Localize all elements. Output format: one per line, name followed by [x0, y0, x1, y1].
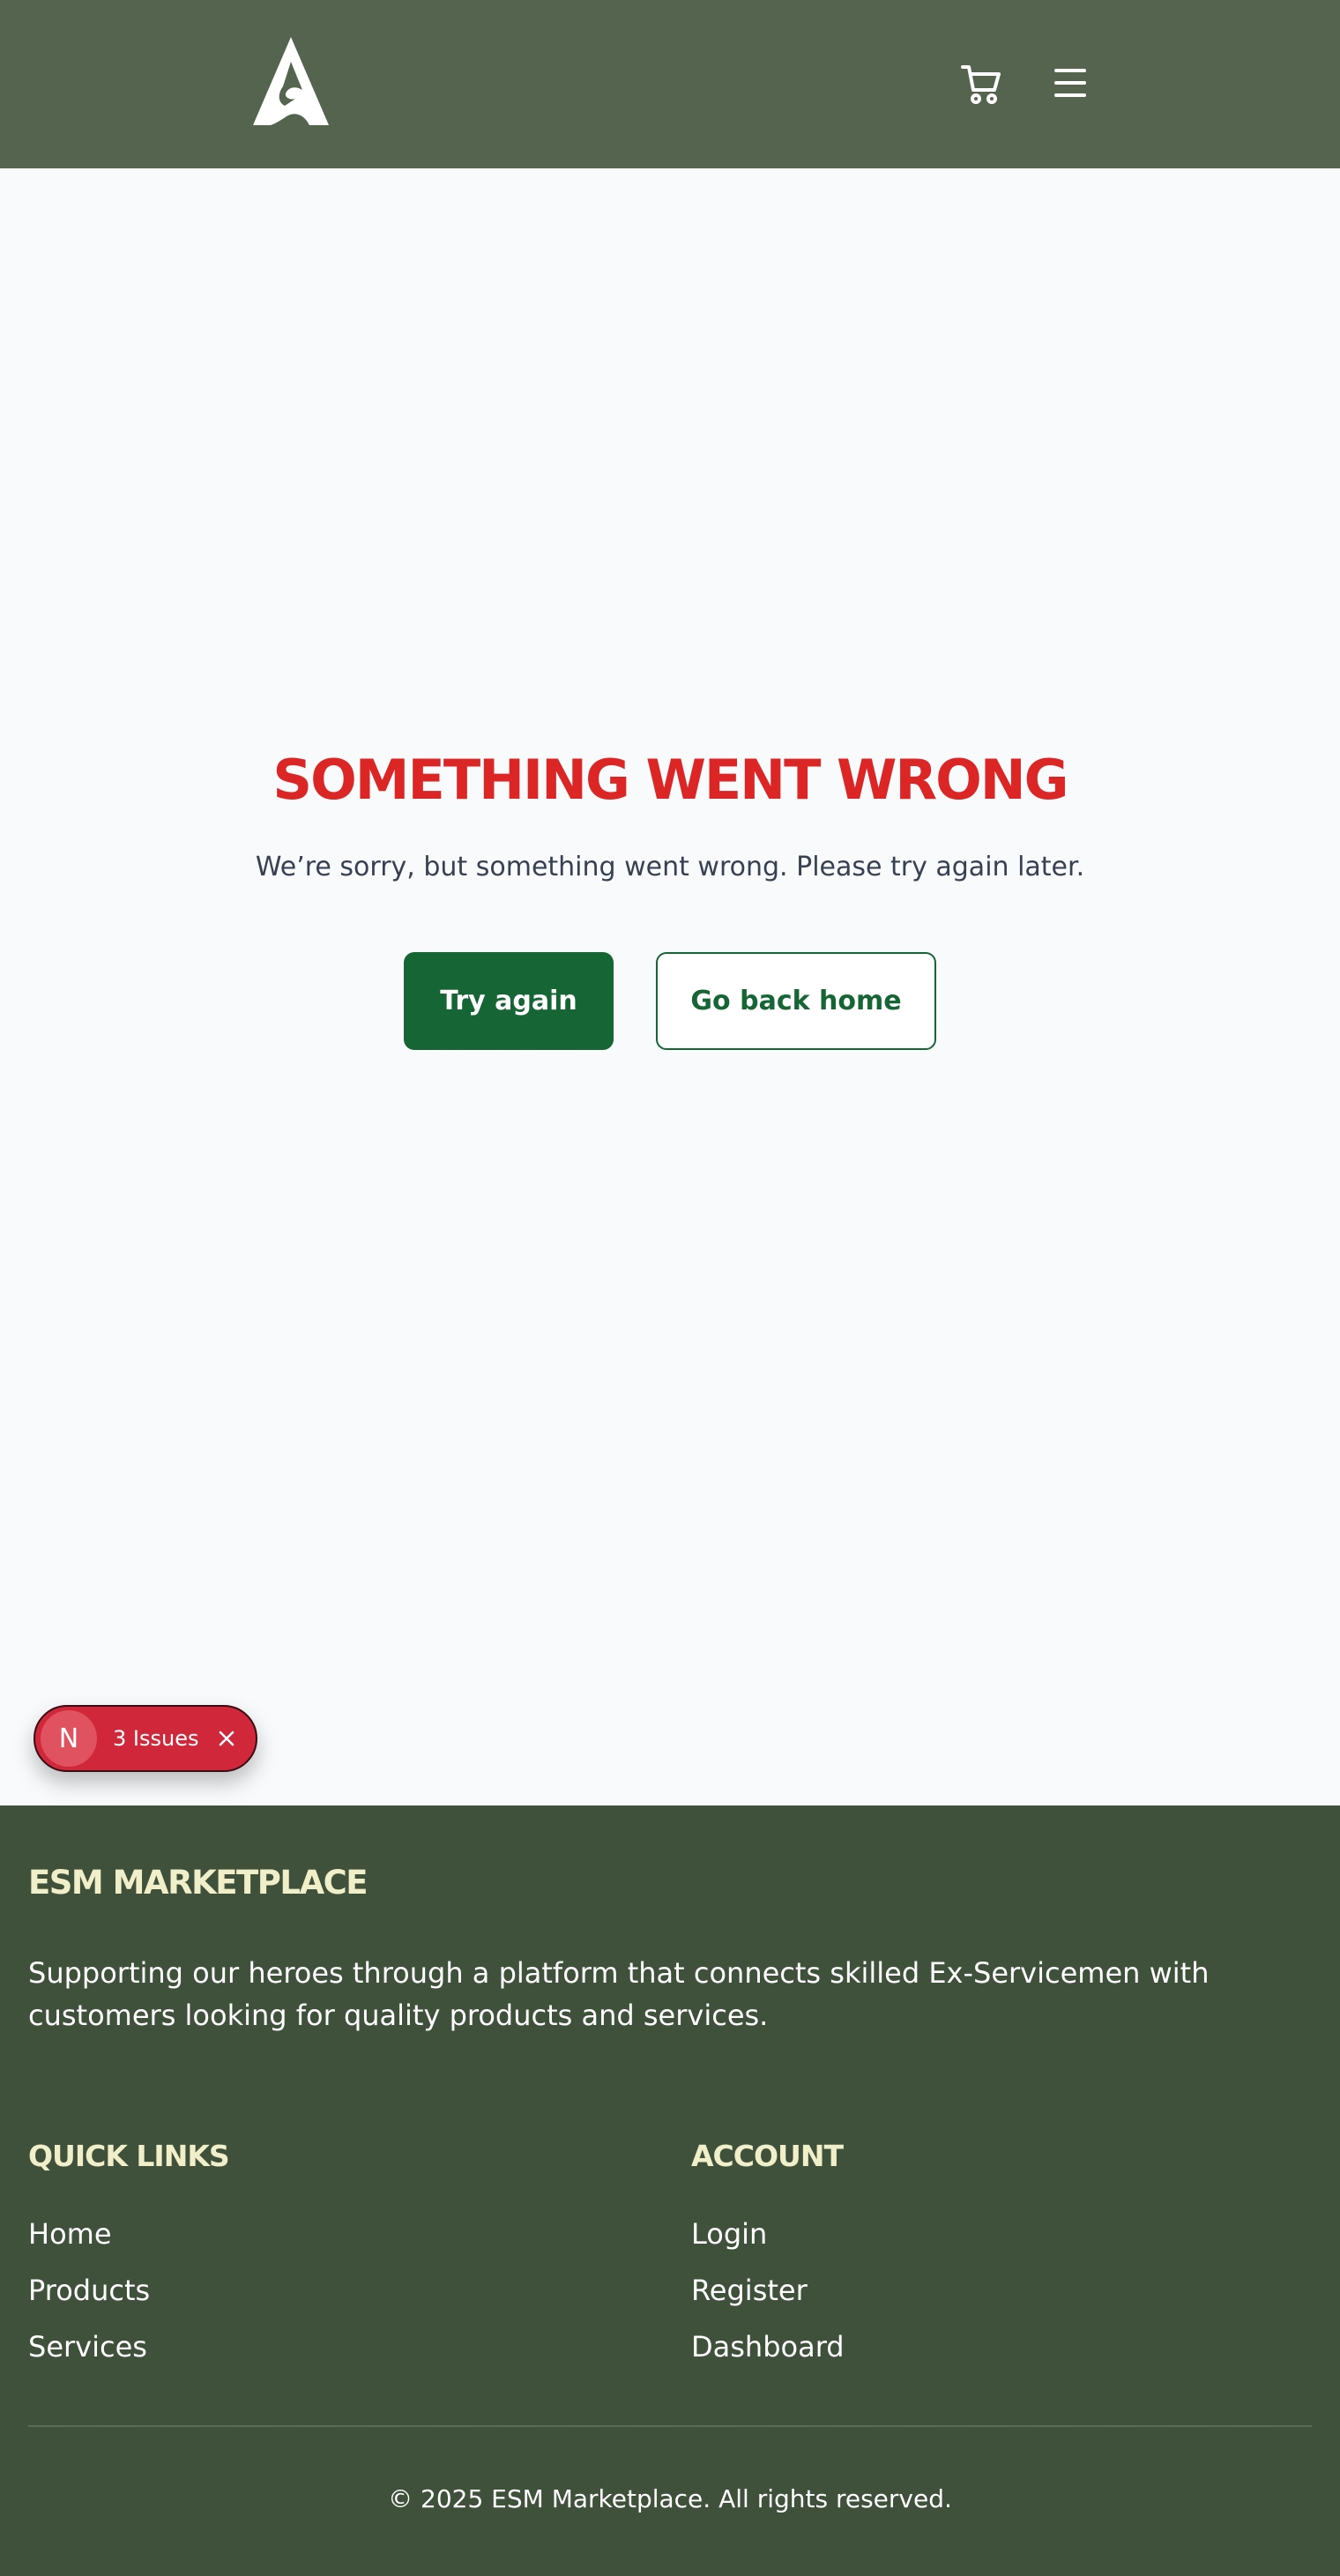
issues-badge[interactable]: N 3 Issues [34, 1705, 257, 1772]
account-title: ACCOUNT [691, 2139, 844, 2173]
shopping-cart-icon[interactable] [959, 62, 1003, 106]
footer-link-register[interactable]: Register [691, 2269, 845, 2326]
footer-link-products[interactable]: Products [28, 2269, 150, 2326]
footer-divider [28, 2425, 1312, 2427]
site-header [0, 0, 1340, 168]
error-title: SOMETHING WENT WRONG [272, 748, 1068, 812]
copyright-text: © 2025 ESM Marketplace. All rights reser… [388, 2484, 952, 2513]
footer-link-services[interactable]: Services [28, 2326, 150, 2382]
footer-tagline: Supporting our heroes through a platform… [28, 1956, 1210, 2032]
site-footer [0, 1805, 1340, 2576]
footer-brand: ESM MARKETPLACE [28, 1864, 368, 1902]
close-icon[interactable] [214, 1726, 239, 1751]
mountain-logo-icon[interactable] [251, 35, 331, 127]
footer-link-dashboard[interactable]: Dashboard [691, 2326, 845, 2382]
quick-links-title: QUICK LINKS [28, 2139, 230, 2173]
footer-link-home[interactable]: Home [28, 2213, 150, 2269]
issues-count-label[interactable]: 3 Issues [113, 1726, 198, 1751]
quick-links-list: Home Products Services [28, 2213, 150, 2382]
account-links-list: Login Register Dashboard [691, 2213, 845, 2382]
go-back-home-button[interactable]: Go back home [656, 952, 936, 1050]
hamburger-menu-icon[interactable] [1049, 63, 1093, 102]
try-again-button[interactable]: Try again [404, 952, 614, 1050]
nextjs-logo-icon: N [41, 1710, 97, 1767]
error-message: We’re sorry, but something went wrong. P… [255, 852, 1085, 882]
footer-link-login[interactable]: Login [691, 2213, 845, 2269]
